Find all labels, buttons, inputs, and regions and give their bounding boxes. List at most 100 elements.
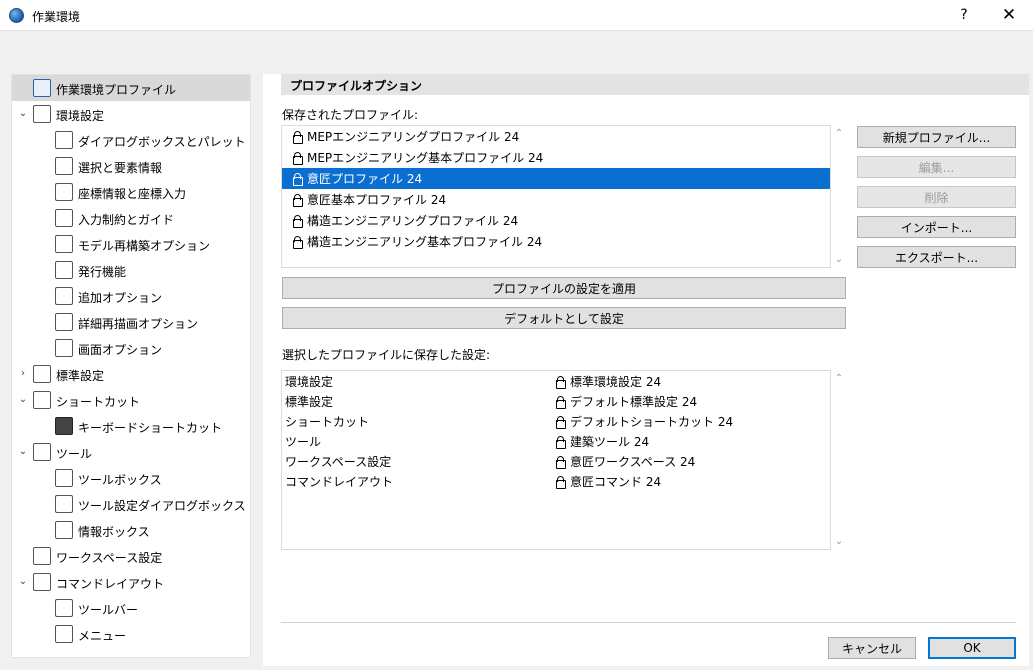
footer-divider [281,622,1016,623]
tree-item-label: ショートカット [56,395,141,409]
export-button[interactable]: エクスポート... [857,246,1016,268]
tree-item[interactable]: 情報ボックス [12,517,250,543]
tree-item[interactable]: モデル再構築オプション [12,231,250,257]
lock-icon [556,435,566,449]
standard-settings-icon [33,365,51,383]
tree-item-label: 標準設定 [56,369,105,383]
tree-item-label: 発行機能 [78,265,127,279]
profile-name: MEPエンジニアリング基本プロファイル 24 [307,151,544,165]
lock-icon [556,395,566,409]
chevron-down-icon[interactable]: ⌄ [17,446,29,458]
settings-value-text: デフォルト標準設定 24 [570,394,698,409]
settings-scroll-up-icon[interactable]: ⌃ [832,373,846,384]
tree-item[interactable]: 選択と要素情報 [12,153,250,179]
tree-item[interactable]: 詳細再描画オプション [12,309,250,335]
cancel-button[interactable]: キャンセル [828,637,916,659]
model-rebuild-icon [55,235,73,253]
tool-settings-icon [55,495,73,513]
profile-list-item[interactable]: 構造エンジニアリング基本プロファイル 24 [282,231,830,252]
profile-name: 意匠プロファイル 24 [307,172,423,186]
tree-item[interactable]: ツール設定ダイアログボックス [12,491,250,517]
settings-list: 環境設定 標準環境設定 24 標準設定 デフォルト標準設定 24 ショートカット デフォル… [281,370,831,550]
tree-item[interactable]: 発行機能 [12,257,250,283]
import-button[interactable]: インポート... [857,216,1016,238]
tree-item[interactable]: ⌄ 環境設定 [12,101,250,127]
tree-item[interactable]: 作業環境プロファイル [12,75,250,101]
lock-icon [293,131,303,144]
tree-item-label: 追加オプション [78,291,163,305]
settings-value-text: 意匠ワークスペース 24 [570,454,696,469]
settings-value-text: 建築ツール 24 [570,434,650,449]
selection-info-icon [55,157,73,175]
tree-item-label: ワークスペース設定 [56,551,163,565]
chevron-right-icon[interactable]: › [17,368,29,380]
profile-list-item[interactable]: MEPエンジニアリングプロファイル 24 [282,126,830,147]
profile-list-item[interactable]: 意匠基本プロファイル 24 [282,189,830,210]
tree-item-label: 環境設定 [56,109,105,123]
profile-name: 意匠基本プロファイル 24 [307,193,447,207]
tree-item-label: ツール [56,447,93,461]
tree-item[interactable]: ⌄ コマンドレイアウト [12,569,250,595]
publish-icon [55,261,73,279]
apply-profile-button[interactable]: プロファイルの設定を適用 [282,277,846,299]
workspace-icon [33,547,51,565]
tree-item[interactable]: 入力制約とガイド [12,205,250,231]
ok-button[interactable]: OK [928,637,1016,659]
chevron-down-icon[interactable]: ⌄ [17,576,29,588]
command-layout-icon [33,573,51,591]
tree-item[interactable]: 座標情報と座標入力 [12,179,250,205]
set-default-button[interactable]: デフォルトとして設定 [282,307,846,329]
profile-list-item[interactable]: MEPエンジニアリング基本プロファイル 24 [282,147,830,168]
keyboard-shortcut-icon [55,417,73,435]
settings-category: ツール [285,434,322,449]
title-bar: 作業環境 ? ✕ [0,0,1033,31]
shortcut-icon [33,391,51,409]
dialog-palette-icon [55,131,73,149]
tree-item[interactable]: 画面オプション [12,335,250,361]
tree-item[interactable]: › 標準設定 [12,361,250,387]
tree-item[interactable]: ツールバー [12,595,250,621]
tree-item-label: 画面オプション [78,343,163,357]
tree-item[interactable]: キーボードショートカット [12,413,250,439]
scroll-down-icon[interactable]: ⌄ [832,254,846,265]
menu-icon [55,625,73,643]
tree-item-label: 作業環境プロファイル [56,83,177,97]
chevron-down-icon[interactable]: ⌄ [17,394,29,406]
tree-item[interactable]: ⌄ ショートカット [12,387,250,413]
tree-item[interactable]: ワークスペース設定 [12,543,250,569]
scroll-up-icon[interactable]: ⌃ [832,128,846,139]
edit-button[interactable]: 編集... [857,156,1016,178]
tree-item[interactable]: ダイアログボックスとパレット [12,127,250,153]
tree-item-label: メニュー [78,629,127,643]
close-button[interactable]: ✕ [987,0,1031,31]
tree-item[interactable]: ⌄ ツール [12,439,250,465]
profile-name: 構造エンジニアリングプロファイル 24 [307,214,519,228]
settings-value-text: 標準環境設定 24 [570,374,662,389]
monitor-profile-icon [33,79,51,97]
settings-value-text: デフォルトショートカット 24 [570,414,734,429]
toolbar-icon [55,599,73,617]
tree-item-label: ツールボックス [78,473,162,487]
toolbox-icon [55,469,73,487]
tree-item[interactable]: メニュー [12,621,250,647]
tree-item-label: コマンドレイアウト [56,577,165,591]
lock-icon [556,375,566,389]
settings-category: 標準設定 [285,394,334,409]
profile-list-item[interactable]: 構造エンジニアリングプロファイル 24 [282,210,830,231]
mouse-guide-icon [55,209,73,227]
redraw-icon [55,313,73,331]
tree-item[interactable]: ツールボックス [12,465,250,491]
delete-button[interactable]: 削除 [857,186,1016,208]
info-box-icon [55,521,73,539]
tree-item-label: 選択と要素情報 [78,161,163,175]
profile-list-item[interactable]: 意匠プロファイル 24 [282,168,830,189]
settings-scroll-down-icon[interactable]: ⌄ [832,536,846,547]
chevron-down-icon[interactable]: ⌄ [17,108,29,120]
new-profile-button[interactable]: 新規プロファイル... [857,126,1016,148]
app-logo-icon [9,8,24,23]
tree-item[interactable]: 追加オプション [12,283,250,309]
help-button[interactable]: ? [942,0,986,31]
profile-list[interactable]: MEPエンジニアリングプロファイル 24 MEPエンジニアリング基本プロファイル … [281,125,831,268]
settings-value: 建築ツール 24 [544,431,649,451]
sliders-icon [55,287,73,305]
